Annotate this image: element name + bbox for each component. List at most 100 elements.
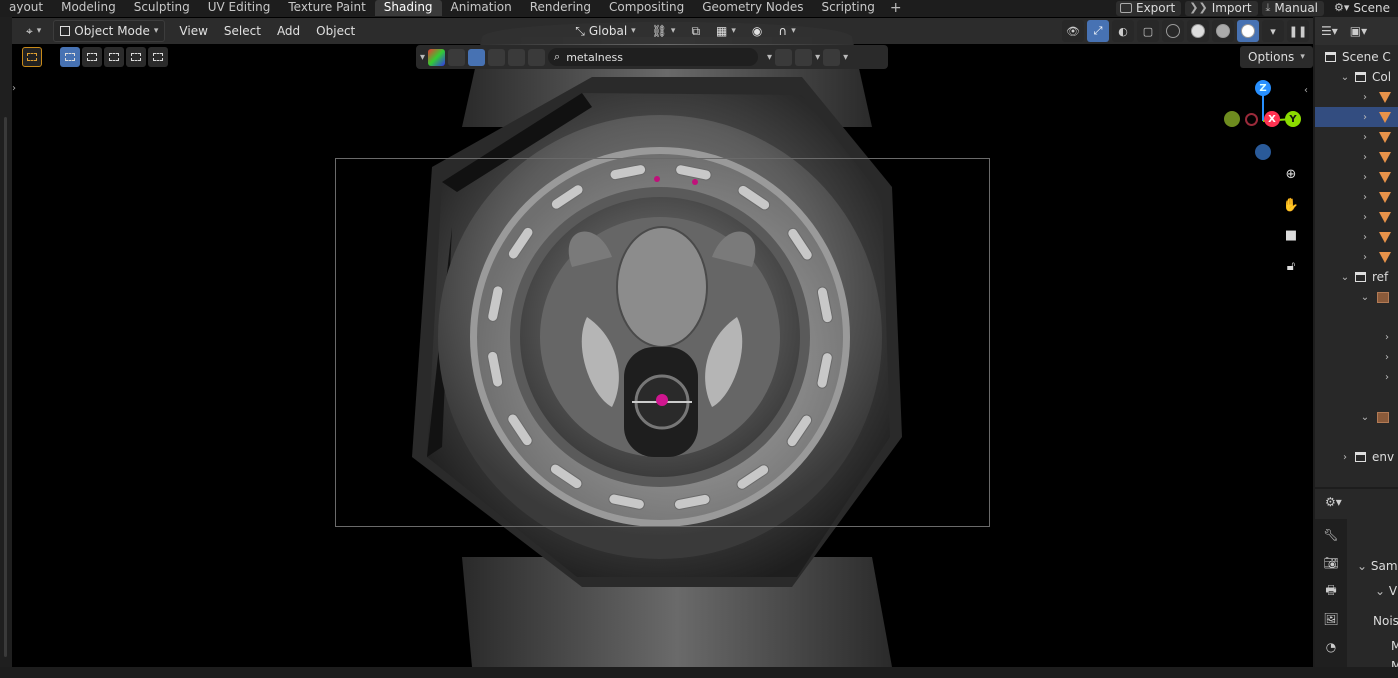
falloff-dropdown[interactable]: ∩ ▾ — [772, 20, 801, 42]
chevron-down-icon[interactable]: ▾ — [420, 52, 425, 63]
export-button[interactable]: Export — [1115, 0, 1182, 16]
tab-modeling[interactable]: Modeling — [52, 0, 125, 16]
editor-type-button[interactable]: ⌖ ▾ — [20, 20, 47, 42]
properties-editor-icon[interactable]: ⚙▾ — [1325, 495, 1342, 509]
gizmo-neg-y[interactable] — [1224, 111, 1240, 127]
outliner-child-row[interactable]: › — [1315, 327, 1398, 347]
chevron-down-icon[interactable]: ⌄ — [1359, 292, 1371, 303]
chevron-down-icon[interactable]: ⌄ — [1359, 412, 1371, 423]
select-intersect-icon[interactable] — [148, 47, 168, 67]
select-subtract-icon[interactable] — [104, 47, 124, 67]
zoom-icon[interactable]: ⊕ — [1280, 163, 1302, 185]
material-shading-icon[interactable] — [1212, 20, 1234, 42]
import-button[interactable]: ❯❯ Import — [1185, 0, 1258, 16]
scene-selector[interactable]: ⚙▾ Scene — [1330, 1, 1398, 16]
select-extend-icon[interactable] — [82, 47, 102, 67]
tab-texture-paint[interactable]: Texture Paint — [279, 0, 374, 16]
proportional-edit-toggle[interactable]: ◉ — [746, 20, 768, 42]
world-filter-icon[interactable] — [508, 48, 526, 66]
outliner-env-row[interactable]: › env — [1315, 447, 1398, 467]
chevron-right-icon[interactable]: › — [1359, 212, 1371, 223]
menu-view[interactable]: View — [173, 20, 213, 42]
chevron-right-icon[interactable]: › — [1359, 192, 1371, 203]
snap-toggle[interactable]: ⧉ — [685, 20, 706, 42]
left-scrollbar[interactable] — [4, 117, 7, 657]
filter-icon[interactable] — [823, 48, 841, 66]
outliner-mesh-row[interactable]: › — [1315, 207, 1398, 227]
chevron-down-icon[interactable]: ▾ — [815, 52, 820, 63]
chevron-right-icon[interactable]: › — [1381, 372, 1393, 383]
wireframe-shading-icon[interactable] — [1162, 20, 1184, 42]
pan-hand-icon[interactable]: ✋ — [1280, 194, 1302, 216]
outliner-mesh-row[interactable]: › — [1315, 247, 1398, 267]
add-workspace-button[interactable]: + — [884, 0, 908, 16]
outliner-child-row[interactable]: › — [1315, 347, 1398, 367]
tab-shading[interactable]: Shading — [374, 0, 442, 16]
visibility-icon[interactable]: 👁︎ — [1062, 20, 1084, 42]
chevron-right-icon[interactable]: › — [1359, 172, 1371, 183]
tab-scripting[interactable]: Scripting — [812, 0, 883, 16]
chevron-right-icon[interactable]: › — [1359, 112, 1371, 123]
expand-right-icon[interactable]: ‹ — [1304, 85, 1308, 96]
outliner-mesh-row[interactable]: › — [1315, 187, 1398, 207]
chevron-down-icon[interactable]: ▾ — [843, 52, 848, 63]
gizmo-x-axis[interactable]: X — [1264, 111, 1280, 127]
layout-icon[interactable] — [795, 48, 813, 66]
pause-render-icon[interactable]: ❚❚ — [1287, 20, 1309, 42]
material-filter-icon[interactable] — [468, 48, 486, 66]
outliner-editor-icon[interactable]: ☰▾ — [1321, 24, 1338, 38]
pivot-dropdown[interactable]: ⛓ ▾ — [646, 20, 682, 42]
gizmo-y-axis[interactable]: Y — [1285, 111, 1301, 127]
select-invert-icon[interactable] — [126, 47, 146, 67]
lock-icon[interactable]: 🔓︎ — [1280, 255, 1302, 277]
outliner-mesh-row[interactable]: › — [1315, 127, 1398, 147]
overlay-icon[interactable]: ◐ — [1112, 20, 1134, 42]
snap-target-dropdown[interactable]: ▦ ▾ — [710, 20, 742, 42]
tab-sculpting[interactable]: Sculpting — [125, 0, 199, 16]
rendered-shading-icon[interactable] — [1237, 20, 1259, 42]
node-filter-icon[interactable] — [528, 48, 546, 66]
outliner-image-row[interactable]: ⌄ — [1315, 287, 1398, 307]
menu-select[interactable]: Select — [218, 20, 267, 42]
solid-shading-icon[interactable] — [1187, 20, 1209, 42]
tool-tab-icon[interactable]: 🔧︎ — [1319, 523, 1343, 547]
chevron-right-icon[interactable]: › — [1359, 92, 1371, 103]
tab-rendering[interactable]: Rendering — [521, 0, 600, 16]
outliner-mesh-row[interactable]: › — [1315, 227, 1398, 247]
gizmo-toggle-icon[interactable]: ⤢ — [1087, 20, 1109, 42]
view-layer-tab-icon[interactable]: 🖼︎ — [1319, 607, 1343, 631]
search-input[interactable]: ⌕ metalness — [548, 48, 759, 66]
chevron-right-icon[interactable]: › — [1381, 332, 1393, 343]
outliner-mesh-row[interactable]: › — [1315, 87, 1398, 107]
gizmo-neg-z[interactable] — [1255, 144, 1271, 160]
tab-geometry-nodes[interactable]: Geometry Nodes — [693, 0, 812, 16]
chevron-down-icon[interactable]: ⌄ — [1339, 72, 1351, 83]
camera-view-icon[interactable]: ■ — [1280, 224, 1302, 246]
chevron-down-icon[interactable]: ⌄ — [1339, 272, 1351, 283]
bookmark-icon[interactable] — [775, 48, 793, 66]
options-dropdown[interactable]: Options ▾ — [1240, 46, 1313, 68]
expand-left-icon[interactable]: › — [12, 83, 16, 94]
render-tab-icon[interactable]: 📷︎ — [1319, 551, 1343, 575]
gizmo-neg-x[interactable] — [1245, 113, 1258, 126]
output-tab-icon[interactable]: 🖶︎ — [1319, 579, 1343, 603]
outliner-collection-row[interactable]: ⌄ Col — [1315, 67, 1398, 87]
menu-object[interactable]: Object — [310, 20, 361, 42]
object-filter-icon[interactable] — [448, 48, 466, 66]
outliner-image-row[interactable]: ⌄ — [1315, 407, 1398, 427]
outliner-scene-row[interactable]: Scene C — [1315, 47, 1398, 67]
tab-animation[interactable]: Animation — [442, 0, 521, 16]
outliner-mesh-row[interactable]: › — [1315, 147, 1398, 167]
menu-add[interactable]: Add — [271, 20, 306, 42]
select-new-icon[interactable] — [60, 47, 80, 67]
chevron-down-icon[interactable]: ▾ — [767, 52, 772, 63]
scene-tab-icon[interactable]: ◔ — [1319, 635, 1343, 659]
xray-icon[interactable]: ▢ — [1137, 20, 1159, 42]
3d-viewport[interactable]: Z X Y ⊕ ✋ ■ 🔓︎ ‹ › — [12, 17, 1313, 667]
display-mode-icon[interactable]: ▣▾ — [1350, 24, 1367, 38]
viewport-subpanel-header[interactable]: ⌄ Vi — [1375, 584, 1398, 598]
mode-dropdown[interactable]: Object Mode ▾ — [53, 20, 166, 42]
select-tool-icon[interactable] — [22, 47, 42, 67]
chevron-right-icon[interactable]: › — [1339, 452, 1351, 463]
outliner-mesh-row[interactable]: › — [1315, 107, 1398, 127]
